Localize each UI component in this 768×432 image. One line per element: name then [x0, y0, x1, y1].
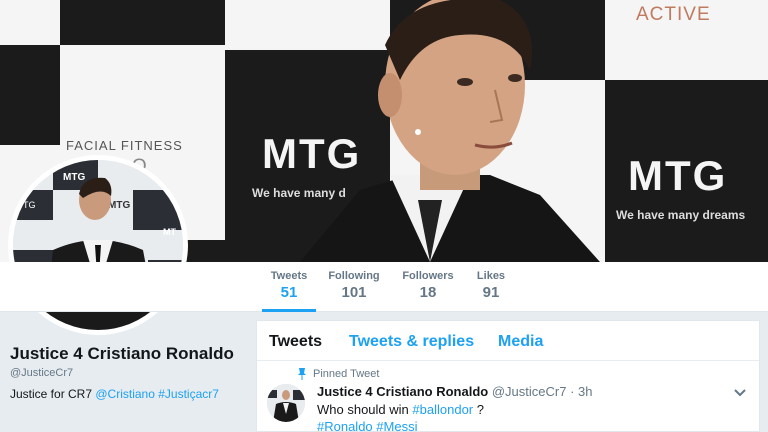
banner-tagline: We have many dreams	[616, 208, 746, 222]
tweet-header: Justice 4 Cristiano Ronaldo @JusticeCr7 …	[317, 384, 593, 399]
backdrop-tile	[0, 0, 60, 45]
stat-following[interactable]: Following 101	[326, 270, 382, 301]
stat-value: 91	[482, 284, 500, 301]
banner-mtg-logo: MTG	[628, 152, 728, 199]
stat-followers[interactable]: Followers 18	[400, 270, 456, 301]
stat-label: Likes	[476, 270, 506, 282]
tweet-text-suffix: ?	[476, 402, 484, 417]
profile-bio: Justice for CR7 @Cristiano #Justiçacr7	[10, 387, 250, 401]
tweet-hashtags: #Ronaldo #Messi	[317, 419, 417, 432]
tweet-hashtag-link[interactable]: #Messi	[376, 419, 417, 432]
banner-person-photo	[300, 0, 600, 262]
tweet-text-body: Who should win	[317, 402, 409, 417]
stat-value: 51	[280, 284, 298, 301]
profile-handle[interactable]: @JusticeCr7	[10, 367, 250, 379]
timeline: Tweets Tweets & replies Media Pinned Twe…	[256, 320, 760, 432]
pinned-label: Pinned Tweet	[313, 368, 380, 380]
svg-text:MTG: MTG	[108, 200, 130, 211]
bio-mention-link[interactable]: @Cristiano	[95, 387, 155, 401]
bio-text: Justice for CR7	[10, 387, 93, 401]
chevron-down-icon[interactable]	[733, 388, 747, 398]
banner-brand-facial: FACIAL FITNESS	[66, 138, 183, 153]
tab-media[interactable]: Media	[498, 333, 543, 351]
backdrop-tile	[60, 0, 225, 45]
tweet-author-name[interactable]: Justice 4 Cristiano Ronaldo	[317, 384, 488, 399]
tweet-hashtag-link[interactable]: #ballondor	[412, 402, 473, 417]
stat-label: Followers	[402, 270, 454, 282]
tweet-hashtag-link[interactable]: #Ronaldo	[317, 419, 373, 432]
tweet-separator: ·	[570, 384, 575, 399]
tab-tweets[interactable]: Tweets	[269, 333, 322, 351]
profile-nav-bar: Tweets 51 Following 101 Followers 18 Lik…	[0, 262, 768, 312]
pinned-tweet[interactable]: Pinned Tweet Justice 4 Cristiano Ronaldo…	[257, 362, 759, 432]
stat-likes[interactable]: Likes 91	[472, 270, 510, 301]
stat-label: Following	[328, 270, 380, 282]
bio-hashtag-link[interactable]: #Justiçacr7	[158, 387, 219, 401]
svg-text:MTG: MTG	[63, 172, 85, 183]
twitter-profile-page: ACTIVE FACIAL FITNESS PAO MTG We have ma…	[0, 0, 768, 432]
stat-value: 101	[341, 284, 367, 301]
banner-brand-active: ACTIVE	[636, 4, 711, 25]
pin-icon	[298, 368, 306, 380]
tweet-author-handle[interactable]: @JusticeCr7	[492, 384, 567, 399]
svg-text:TG: TG	[23, 200, 36, 210]
profile-info: Justice 4 Cristiano Ronaldo @JusticeCr7 …	[10, 342, 250, 401]
profile-name[interactable]: Justice 4 Cristiano Ronaldo	[10, 342, 250, 365]
svg-text:MT: MT	[163, 227, 176, 237]
tweet-text: Who should win #ballondor ?	[317, 402, 484, 417]
stat-value: 18	[419, 284, 437, 301]
timeline-tabs: Tweets Tweets & replies Media	[257, 321, 759, 361]
backdrop-tile	[0, 45, 60, 145]
tweet-timestamp[interactable]: 3h	[578, 384, 592, 399]
stat-tweets[interactable]: Tweets 51	[262, 270, 316, 312]
tab-tweets-replies[interactable]: Tweets & replies	[349, 333, 474, 351]
tweet-avatar-photo	[267, 384, 305, 422]
tweet-avatar[interactable]	[267, 384, 305, 422]
stat-label: Tweets	[270, 270, 308, 282]
